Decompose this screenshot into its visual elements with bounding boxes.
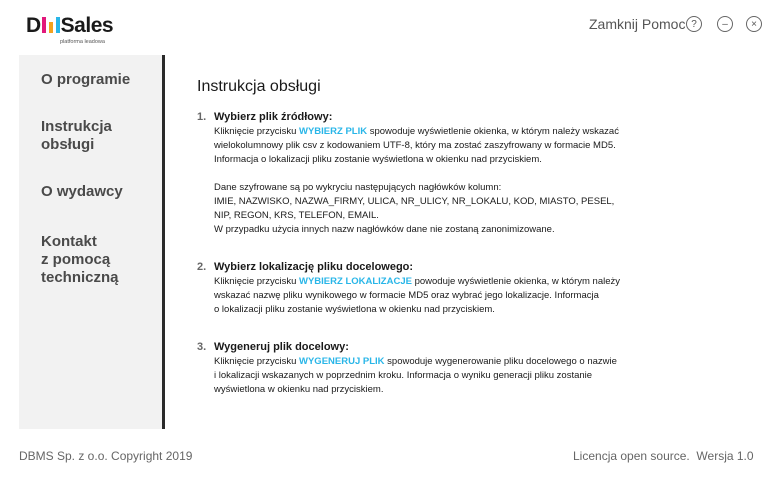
step-line: o lokalizacji pliku zostanie wyświetlona…	[214, 304, 495, 315]
step-line: Kliknięcie przycisku WYBIERZ LOKALIZACJE…	[214, 275, 754, 289]
text: Kliknięcie przycisku	[214, 356, 299, 367]
button-reference: WYBIERZ PLIK	[299, 126, 368, 137]
sidebar: O programie Instrukcja obsługi O wydawcy…	[19, 55, 162, 429]
sidebar-item-label: O wydawcy	[41, 183, 123, 200]
content-area: Instrukcja obsługi 1. Wybierz plik źródł…	[165, 55, 763, 429]
help-glyph: ?	[691, 18, 697, 30]
sidebar-item-instructions[interactable]: Instrukcja obsługi	[41, 118, 112, 154]
sidebar-item-contact[interactable]: Kontakt z pomocą techniczną	[41, 233, 119, 287]
step-heading: Wygeneruj plik docelowy:	[214, 341, 349, 353]
page-title: Instrukcja obsługi	[197, 78, 321, 95]
step-line: IMIE, NAZWISKO, NAZWA_FIRMY, ULICA, NR_U…	[214, 196, 615, 207]
footer-info: Licencja open source. Wersja 1.0	[573, 449, 754, 463]
header: D Sales platforma leadowa Zamknij Pomoc ?…	[0, 0, 783, 55]
text: spowoduje wyświetlenie okienka, w którym…	[367, 126, 619, 137]
close-help-link[interactable]: Zamknij Pomoc	[589, 16, 685, 32]
version-text: Wersja 1.0	[696, 449, 754, 463]
button-reference: WYBIERZ LOKALIZACJE	[299, 276, 412, 287]
step-line: W przypadku użycia innych nazw nagłówków…	[214, 224, 555, 235]
text: Kliknięcie przycisku	[214, 276, 299, 287]
step-line: wskazać nazwę pliku wynikowego w formaci…	[214, 290, 599, 301]
step-line: Informacja o lokalizacji pliku zostanie …	[214, 154, 542, 165]
step-line: Kliknięcie przycisku WYGENERUJ PLIK spow…	[214, 355, 754, 369]
step-number: 3.	[197, 341, 207, 353]
sidebar-item-label: Instrukcja obsługi	[41, 118, 112, 153]
text: Kliknięcie przycisku	[214, 126, 299, 137]
close-glyph: ×	[751, 18, 757, 30]
logo-letter-d: D	[26, 14, 41, 37]
close-icon[interactable]: ×	[746, 16, 762, 32]
step-number: 2.	[197, 261, 207, 273]
help-panel: O programie Instrukcja obsługi O wydawcy…	[19, 55, 763, 429]
copyright-text: DBMS Sp. z o.o. Copyright 2019	[19, 449, 193, 463]
sidebar-item-about[interactable]: O programie	[41, 71, 130, 89]
step-line: Kliknięcie przycisku WYBIERZ PLIK spowod…	[214, 125, 754, 139]
step-line: NIP, REGON, KRS, TELEFON, EMAIL.	[214, 210, 379, 221]
logo-subtitle: platforma leadowa	[60, 39, 105, 45]
text: powoduje wyświetlenie okienka, w którym …	[411, 276, 620, 287]
step-body: Wybierz lokalizację pliku docelowego: Kl…	[214, 260, 754, 317]
step-body: Wybierz plik źródłowy: Kliknięcie przyci…	[214, 110, 754, 237]
button-reference: WYGENERUJ PLIK	[299, 356, 385, 367]
minimize-glyph: –	[722, 18, 728, 30]
step-line: wyświetlona w okienku nad przyciskiem.	[214, 384, 384, 395]
step-heading: Wybierz lokalizację pliku docelowego:	[214, 261, 414, 273]
step-number: 1.	[197, 111, 207, 123]
step-heading: Wybierz plik źródłowy:	[214, 111, 333, 123]
step-line: i lokalizacji wskazanych w poprzednim kr…	[214, 370, 593, 381]
step-body: Wygeneruj plik docelowy: Kliknięcie przy…	[214, 340, 754, 397]
logo-wordmark: D Sales	[26, 14, 114, 37]
step-line: Dane szyfrowane są po wykryciu następują…	[214, 182, 502, 193]
sidebar-item-label: O programie	[41, 71, 131, 88]
logo-bars-icon	[41, 17, 60, 33]
minimize-icon[interactable]: –	[717, 16, 733, 32]
help-icon[interactable]: ?	[686, 16, 702, 32]
license-text: Licencja open source.	[573, 449, 690, 463]
sidebar-item-publisher[interactable]: O wydawcy	[41, 183, 123, 201]
dmsales-logo: D Sales platforma leadowa	[26, 14, 114, 46]
logo-word-sales: Sales	[60, 14, 114, 37]
text: spowoduje wygenerowanie pliku docelowego…	[384, 356, 617, 367]
step-line: wielokolumnowy plik csv z kodowaniem UTF…	[214, 140, 616, 151]
sidebar-item-label: Kontakt z pomocą techniczną	[41, 233, 119, 286]
